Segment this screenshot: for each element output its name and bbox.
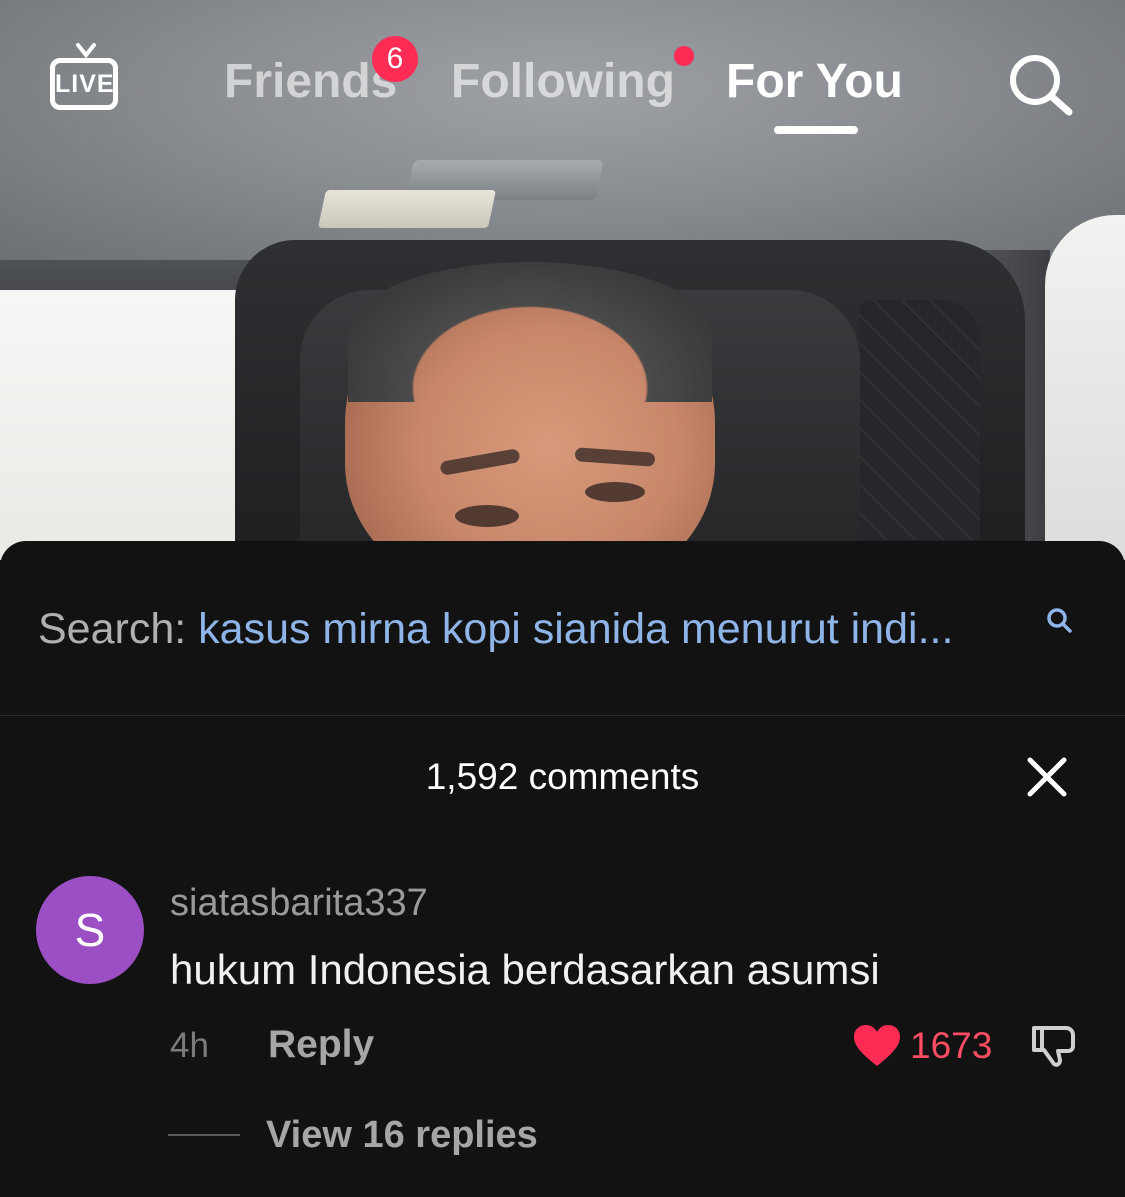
comments-count: 1,592 comments xyxy=(425,756,700,797)
live-button[interactable]: LIVE xyxy=(50,43,118,110)
person-eye-left xyxy=(455,505,519,527)
live-label: LIVE xyxy=(55,70,115,98)
search-suggestion[interactable]: Search: kasus mirna kopi sianida menurut… xyxy=(38,604,1088,654)
heart-icon[interactable] xyxy=(852,1024,902,1068)
comment-time: 4h xyxy=(170,1026,209,1065)
car-seat-quilt xyxy=(860,300,980,540)
comment-username[interactable]: siatasbarita337 xyxy=(170,880,428,926)
small-search-icon[interactable] xyxy=(1045,606,1075,636)
person-eye-right xyxy=(585,482,645,502)
tv-live-icon xyxy=(75,43,97,59)
person-hair xyxy=(348,262,712,402)
thumbs-down-icon[interactable] xyxy=(1030,1022,1078,1070)
close-icon[interactable] xyxy=(1024,754,1070,800)
search-icon[interactable] xyxy=(1005,50,1077,118)
tab-following[interactable]: Following xyxy=(451,52,675,112)
active-tab-indicator xyxy=(774,126,858,134)
friends-badge: 6 xyxy=(372,36,418,82)
view-replies-button[interactable]: View 16 replies xyxy=(266,1110,538,1160)
following-notification-dot xyxy=(674,46,694,66)
like-count: 1673 xyxy=(910,1025,993,1066)
sheet-divider xyxy=(0,715,1125,716)
comment-text: hukum Indonesia berdasarkan asumsi xyxy=(170,946,880,993)
search-suggestion-query[interactable]: kasus mirna kopi sianida menurut indi... xyxy=(198,605,953,653)
search-suggestion-label: Search: xyxy=(38,605,187,653)
replies-connector-line xyxy=(168,1134,240,1136)
car-window-right xyxy=(1045,215,1125,560)
reply-button[interactable]: Reply xyxy=(268,1020,374,1070)
top-navigation: LIVE Friends 6 Following For You xyxy=(0,0,1125,150)
car-dome-light xyxy=(317,190,497,228)
avatar[interactable]: S xyxy=(36,876,144,984)
car-window-left xyxy=(0,290,250,560)
tab-for-you[interactable]: For You xyxy=(726,52,903,112)
